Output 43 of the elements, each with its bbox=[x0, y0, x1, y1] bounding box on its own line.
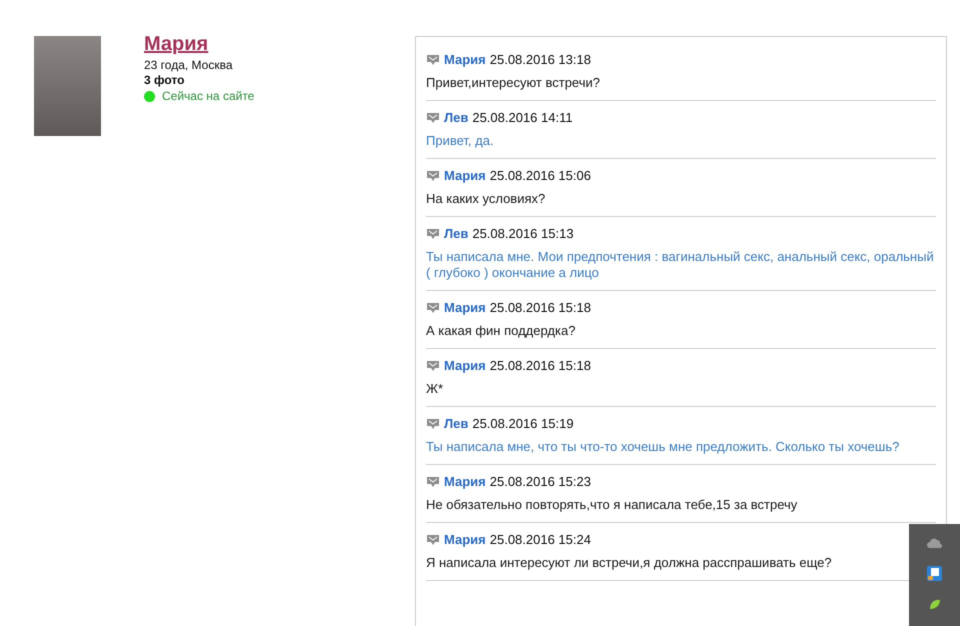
message-author[interactable]: Лев bbox=[444, 226, 468, 242]
message-icon bbox=[426, 228, 440, 240]
message-author[interactable]: Мария bbox=[444, 52, 486, 68]
message-time: 25.08.2016 15:06 bbox=[490, 168, 591, 184]
message-time: 25.08.2016 14:11 bbox=[472, 110, 573, 126]
message-author[interactable]: Мария bbox=[444, 532, 486, 548]
profile-details: 23 года, Москва bbox=[144, 58, 234, 73]
leaf-icon[interactable] bbox=[928, 599, 940, 609]
message-text: Ты написала мне. Мои предпочтения : вагинальный секс, анальный секс, оральный ( глубоко ) окончание а лицо bbox=[426, 249, 935, 281]
message-icon bbox=[426, 534, 440, 546]
message-text: Привет, да. bbox=[426, 133, 495, 149]
online-status-text: Сейчас на сайте bbox=[162, 88, 254, 104]
message-icon bbox=[426, 302, 440, 314]
photo-count: 3 фото bbox=[144, 73, 186, 88]
message-text: Я написала интересуют ли встречи,я должна расспрашивать еще? bbox=[426, 555, 833, 571]
profile-name-link[interactable]: Мария bbox=[144, 34, 254, 54]
app-icon[interactable] bbox=[927, 566, 942, 581]
cloud-icon[interactable] bbox=[926, 538, 942, 548]
message-time: 25.08.2016 15:13 bbox=[472, 226, 574, 242]
message-author[interactable]: Лев bbox=[444, 416, 468, 432]
message-author[interactable]: Мария bbox=[444, 358, 486, 374]
message-time: 25.08.2016 15:18 bbox=[490, 300, 591, 316]
message-author[interactable]: Мария bbox=[444, 474, 486, 490]
message-author[interactable]: Мария bbox=[444, 168, 486, 184]
message-time: 25.08.2016 15:19 bbox=[472, 416, 574, 432]
message-icon bbox=[426, 476, 440, 488]
message-time: 25.08.2016 15:24 bbox=[490, 532, 591, 548]
message-icon bbox=[426, 360, 440, 372]
message-text: На каких условиях? bbox=[426, 191, 546, 207]
message-text: Привет,интересуют встречи? bbox=[426, 75, 601, 91]
message-text: А какая фин поддердка? bbox=[426, 323, 576, 339]
message-author[interactable]: Лев bbox=[444, 110, 468, 126]
message-icon bbox=[426, 54, 440, 66]
message-time: 25.08.2016 15:18 bbox=[490, 358, 591, 374]
message-author[interactable]: Мария bbox=[444, 300, 486, 316]
message-text: Ты написала мне, что ты что-то хочешь мне предложить. Сколько ты хочешь? bbox=[426, 439, 900, 455]
message-text: Не обязательно повторять,что я написала тебе,15 за встречу bbox=[426, 497, 798, 513]
message-icon bbox=[426, 418, 440, 430]
message-icon bbox=[426, 170, 440, 182]
message-text: Ж* bbox=[426, 381, 444, 397]
message-time: 25.08.2016 13:18 bbox=[490, 52, 591, 68]
message-time: 25.08.2016 15:23 bbox=[490, 474, 591, 490]
message-icon bbox=[426, 112, 440, 124]
